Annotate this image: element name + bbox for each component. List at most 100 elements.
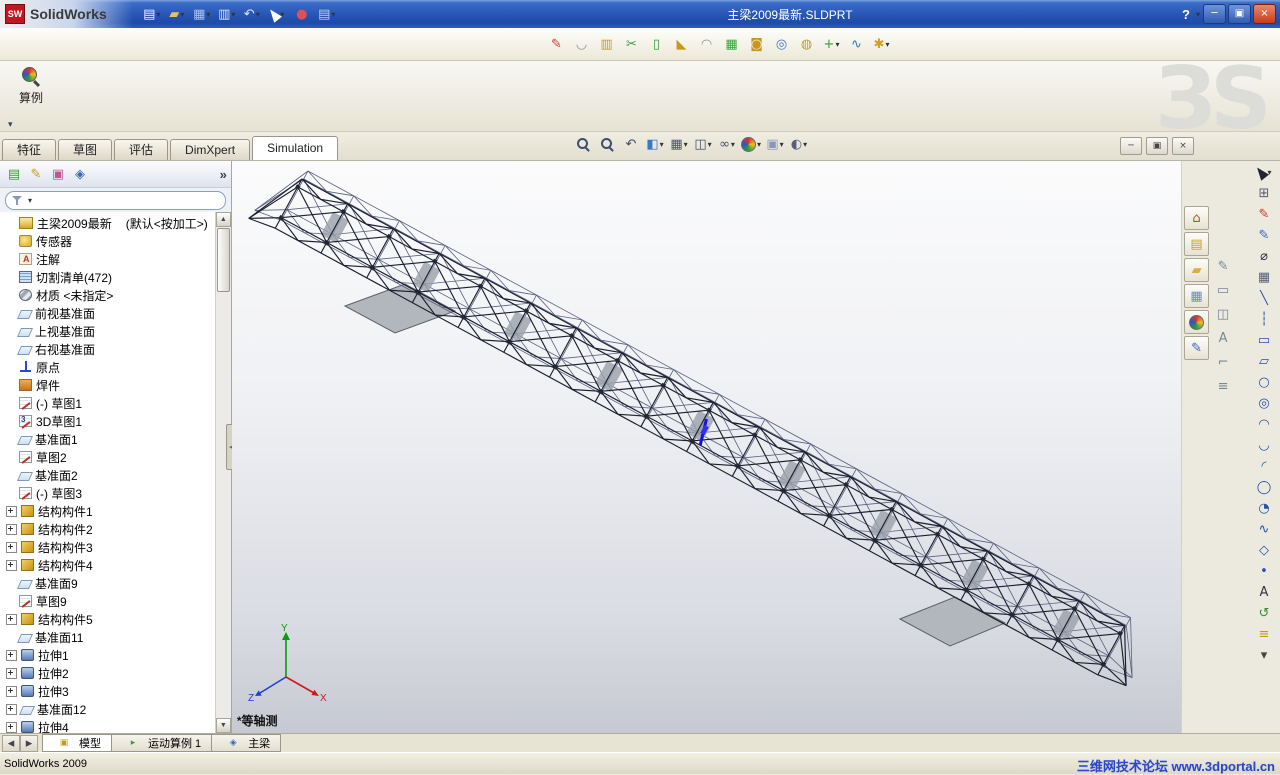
bottom-tab-模型[interactable]: ▣ 模型 bbox=[42, 734, 112, 752]
scene-icon[interactable]: ▣ ▾ bbox=[764, 134, 786, 154]
grid-display-icon[interactable]: ≡ bbox=[1213, 377, 1233, 396]
rebuild-icon[interactable]: ● bbox=[291, 3, 313, 25]
plane-display-icon[interactable]: ▭ bbox=[1213, 281, 1233, 300]
expand-toggle[interactable] bbox=[6, 721, 17, 733]
tree-item[interactable]: 基准面11 bbox=[0, 628, 216, 646]
expand-toggle[interactable] bbox=[6, 559, 17, 571]
select-tool-icon[interactable]: ▲ ▾ bbox=[1252, 162, 1274, 184]
study-button[interactable]: 算例 bbox=[8, 66, 54, 106]
more-tools-icon[interactable]: ▾ bbox=[1254, 646, 1274, 665]
tab-DimXpert[interactable]: DimXpert bbox=[170, 139, 251, 160]
save-icon[interactable]: ▦ ▾ bbox=[191, 3, 213, 25]
tree-item[interactable]: 材质 <未指定> bbox=[0, 286, 216, 304]
help-button[interactable]: ? bbox=[1182, 7, 1190, 22]
tab-Simulation[interactable]: Simulation bbox=[252, 136, 339, 160]
tree-item[interactable]: (-) 草图1 bbox=[0, 394, 216, 412]
undo-dropdown[interactable]: ▾ bbox=[256, 10, 260, 19]
expand-toggle[interactable] bbox=[6, 649, 17, 661]
tab-草图[interactable]: 草图 bbox=[58, 139, 113, 160]
tree-item[interactable]: (-) 草图3 bbox=[0, 484, 216, 502]
bottom-tab-主梁[interactable]: ◈ 主梁 bbox=[211, 734, 282, 752]
select-icon[interactable]: ▲ ▾ bbox=[264, 3, 288, 25]
tabs-scroll-left-icon[interactable]: ◂ bbox=[2, 734, 20, 752]
zoom-area-icon[interactable] bbox=[596, 134, 618, 154]
dimxpertmanager-icon[interactable]: ◈ bbox=[70, 164, 90, 184]
tab-特征[interactable]: 特征 bbox=[2, 139, 57, 160]
tree-item[interactable]: 前视基准面 bbox=[0, 304, 216, 322]
tree-item[interactable]: 结构构件3 bbox=[0, 538, 216, 556]
view-settings-dropdown[interactable]: ▾ bbox=[803, 140, 807, 149]
tree-item[interactable]: 基准面2 bbox=[0, 466, 216, 484]
expand-toggle[interactable] bbox=[6, 523, 17, 535]
centerline-tool-icon[interactable]: ┆ bbox=[1254, 310, 1274, 329]
save-dropdown[interactable]: ▾ bbox=[206, 10, 210, 19]
expand-toggle[interactable] bbox=[6, 703, 17, 715]
expand-toggle[interactable] bbox=[6, 667, 17, 679]
offset-entities-tool-icon[interactable]: ≡ bbox=[1254, 625, 1274, 644]
zoom-fit-icon[interactable] bbox=[572, 134, 594, 154]
doc-close-icon[interactable]: × bbox=[1172, 137, 1194, 155]
new-document-icon[interactable]: ▤ ▾ bbox=[141, 3, 163, 25]
tree-item[interactable]: 基准面12 bbox=[0, 700, 216, 718]
file-explorer-icon[interactable]: ▰ bbox=[1184, 258, 1210, 282]
panel-chevron[interactable]: » bbox=[220, 167, 227, 182]
grid-system-icon[interactable]: ⊞ bbox=[1254, 184, 1274, 203]
tree-item[interactable]: 拉伸2 bbox=[0, 664, 216, 682]
text-tool-icon[interactable]: A bbox=[1254, 583, 1274, 602]
hide-show-icon[interactable]: ∞ ▾ bbox=[716, 134, 738, 154]
tree-item[interactable]: 拉伸1 bbox=[0, 646, 216, 664]
centerpoint-arc-tool-icon[interactable]: ◠ bbox=[1254, 415, 1274, 434]
expand-toggle[interactable] bbox=[6, 541, 17, 553]
point-tool-icon[interactable]: • bbox=[1254, 562, 1274, 581]
extruded-boss-icon[interactable]: ▦ bbox=[721, 33, 742, 55]
display-style-icon[interactable]: ◫ ▾ bbox=[692, 134, 714, 154]
end-cap-icon[interactable]: ▯ bbox=[646, 33, 667, 55]
revolve-cut-icon[interactable]: ◍ bbox=[796, 33, 817, 55]
featuremanager-icon[interactable]: ▤ bbox=[4, 164, 24, 184]
section-view-icon[interactable]: ◧ ▾ bbox=[644, 134, 666, 154]
tree-item[interactable]: 传感器 bbox=[0, 232, 216, 250]
trim-extend-icon[interactable]: ✂ bbox=[621, 33, 642, 55]
tree-item[interactable]: 草图2 bbox=[0, 448, 216, 466]
instant3d-icon[interactable]: ✱ ▾ bbox=[871, 33, 892, 55]
view-settings-icon[interactable]: ◐ ▾ bbox=[788, 134, 810, 154]
tree-item[interactable]: 基准面1 bbox=[0, 430, 216, 448]
hide-show-dropdown[interactable]: ▾ bbox=[731, 140, 735, 149]
tree-item[interactable]: 拉伸4 bbox=[0, 718, 216, 733]
expand-toggle[interactable] bbox=[6, 685, 17, 697]
tabs-scroll-right-icon[interactable]: ▸ bbox=[20, 734, 38, 752]
tree-item[interactable]: 焊件 bbox=[0, 376, 216, 394]
tree-item[interactable]: 结构构件4 bbox=[0, 556, 216, 574]
tree-item[interactable]: 主梁2009最新 (默认<按加工>) bbox=[0, 214, 216, 232]
custom-properties-icon[interactable]: ✎ bbox=[1184, 336, 1210, 360]
instant3d-dropdown[interactable]: ▾ bbox=[885, 40, 889, 49]
view-orientation-icon[interactable]: ▦ ▾ bbox=[668, 134, 690, 154]
tangent-arc-tool-icon[interactable]: ◡ bbox=[1254, 436, 1274, 455]
appearances-scenes-icon[interactable] bbox=[1184, 310, 1210, 334]
options-dropdown[interactable]: ▾ bbox=[331, 10, 335, 19]
tree-item[interactable]: 结构构件5 bbox=[0, 610, 216, 628]
undo-icon[interactable]: ↶ ▾ bbox=[241, 3, 263, 25]
propertymanager-icon[interactable]: ✎ bbox=[26, 164, 46, 184]
measure-display-icon[interactable]: ⌐ bbox=[1213, 353, 1233, 372]
rectangle-tool-icon[interactable]: ▭ bbox=[1254, 331, 1274, 350]
truss-model[interactable] bbox=[232, 161, 1182, 733]
tree-item[interactable]: 结构构件2 bbox=[0, 520, 216, 538]
circle-tool-icon[interactable]: ○ bbox=[1254, 373, 1274, 392]
annotation-display-icon[interactable]: A bbox=[1213, 329, 1233, 348]
view-orientation-dropdown[interactable]: ▾ bbox=[684, 140, 688, 149]
tree-item[interactable]: 拉伸3 bbox=[0, 682, 216, 700]
parallelogram-tool-icon[interactable]: ▱ bbox=[1254, 352, 1274, 371]
new-document-dropdown[interactable]: ▾ bbox=[156, 10, 160, 19]
three-point-arc-tool-icon[interactable]: ◜ bbox=[1254, 457, 1274, 476]
perimeter-circle-tool-icon[interactable]: ◎ bbox=[1254, 394, 1274, 413]
spline-tool-icon[interactable]: ∿ bbox=[1254, 520, 1274, 539]
sketch-tool-icon[interactable]: ✎ bbox=[1254, 205, 1274, 224]
options-icon[interactable]: ▤ ▾ bbox=[316, 3, 338, 25]
convert-entities-tool-icon[interactable]: ↺ bbox=[1254, 604, 1274, 623]
tree-item[interactable]: 注解 bbox=[0, 250, 216, 268]
open-dropdown[interactable]: ▾ bbox=[180, 10, 184, 19]
tree-item[interactable]: 上视基准面 bbox=[0, 322, 216, 340]
view-palette-icon[interactable]: ▦ bbox=[1184, 284, 1210, 308]
polygon-tool-icon[interactable]: ◇ bbox=[1254, 541, 1274, 560]
